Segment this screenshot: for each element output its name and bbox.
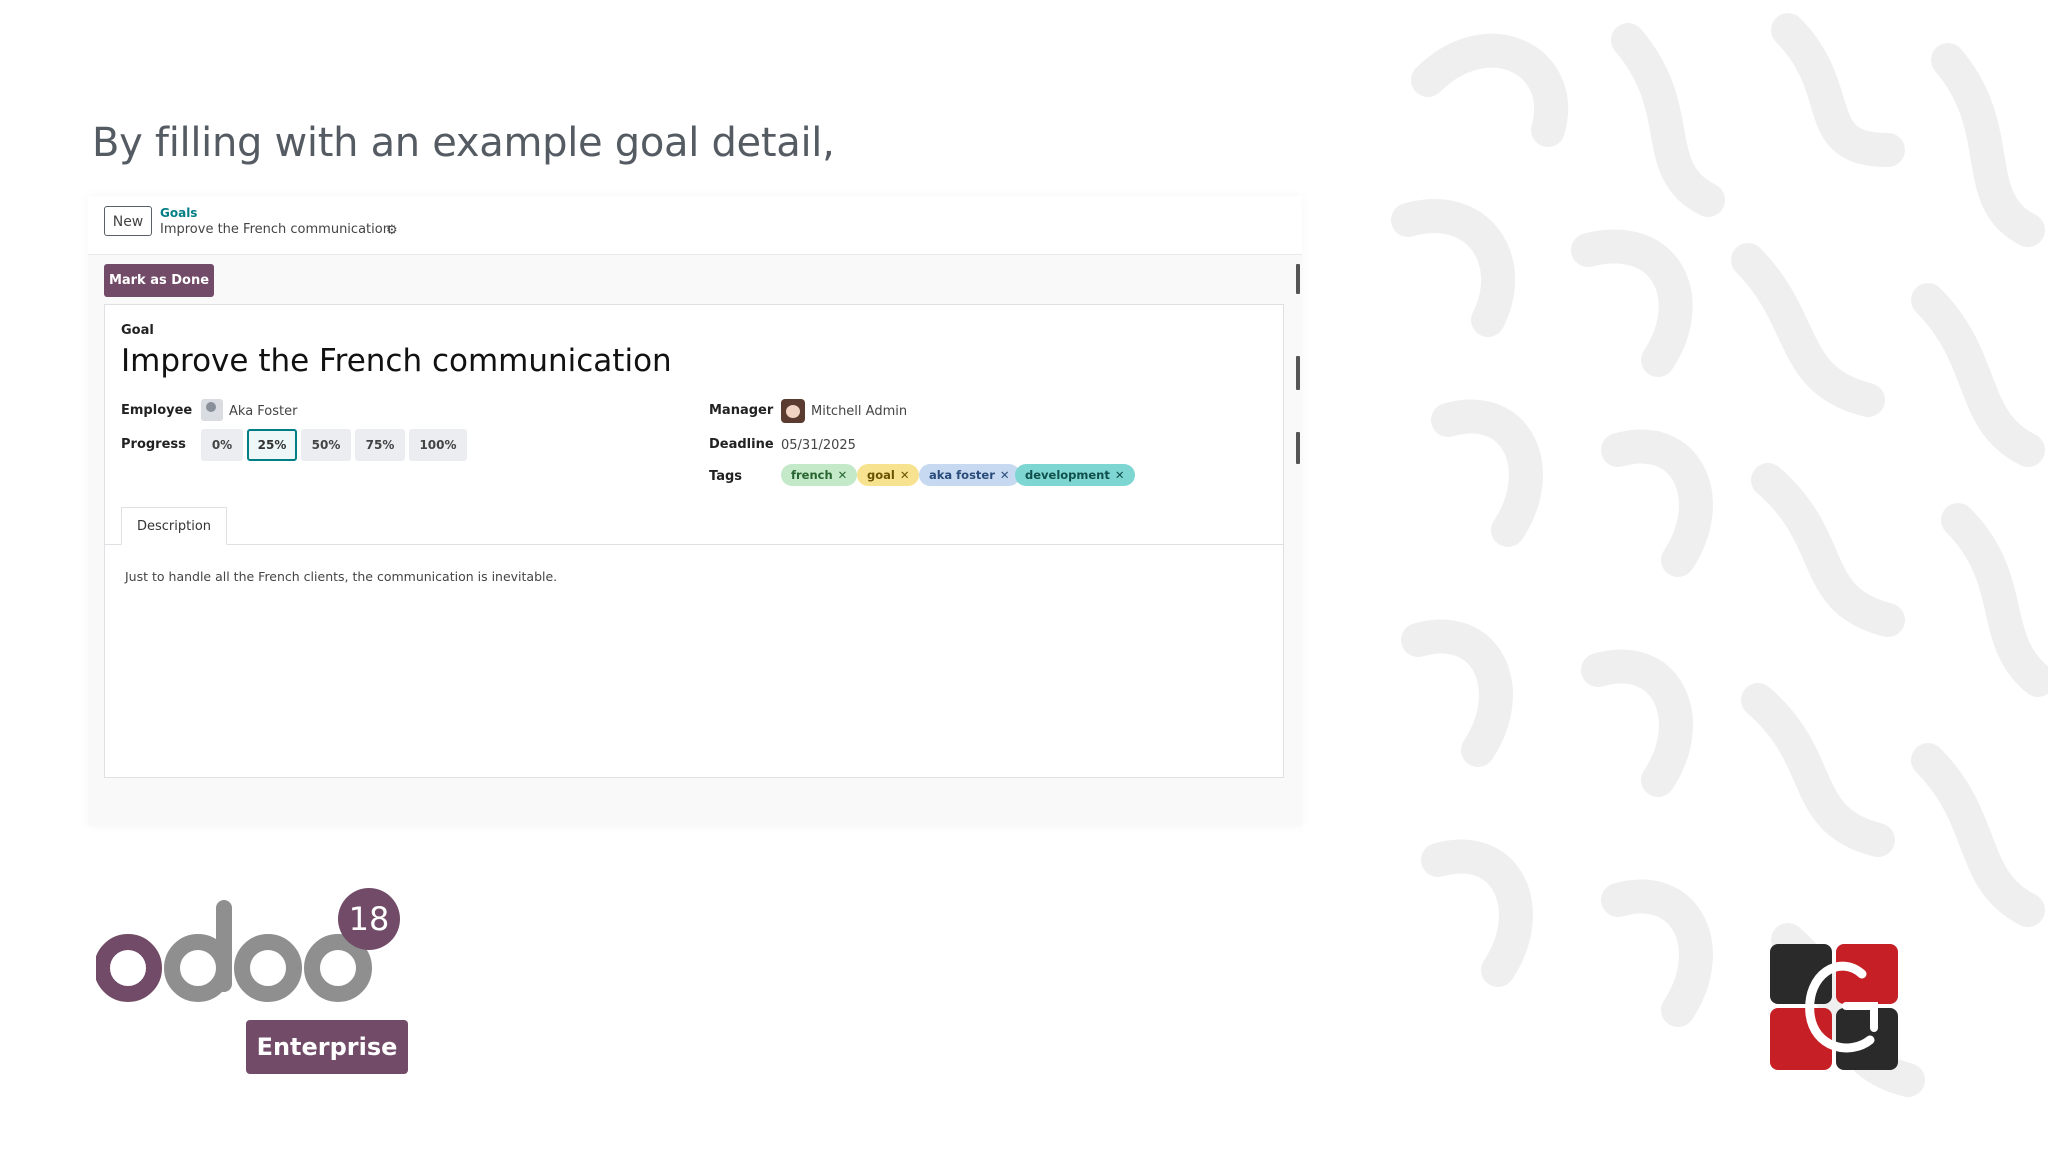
tags-label: Tags	[709, 469, 743, 484]
tag-goal[interactable]: goal ✕	[857, 464, 920, 486]
mark-as-done-button[interactable]: Mark as Done	[104, 264, 214, 297]
progress-option-0[interactable]: 0%	[201, 429, 243, 461]
employee-avatar	[201, 399, 223, 421]
form-sheet: Goal Improve the French communication Em…	[104, 304, 1284, 778]
deadline-field[interactable]: 05/31/2025	[781, 438, 856, 453]
company-logo	[1770, 944, 1898, 1070]
breadcrumb-current: Improve the French communication	[160, 222, 391, 237]
progress-option-75[interactable]: 75%	[355, 429, 405, 461]
breadcrumb-goals[interactable]: Goals	[160, 206, 197, 220]
progress-label: Progress	[121, 437, 186, 452]
goal-label: Goal	[121, 323, 154, 338]
control-panel: New Goals Improve the French communicati…	[88, 196, 1302, 255]
manager-label: Manager	[709, 403, 774, 418]
tag-label: aka foster	[929, 468, 995, 482]
remove-tag-icon[interactable]: ✕	[838, 468, 848, 482]
deadline-label: Deadline	[709, 437, 774, 452]
enterprise-badge: Enterprise	[246, 1020, 408, 1074]
tag-development[interactable]: development ✕	[1015, 464, 1135, 486]
tab-description[interactable]: Description	[121, 507, 227, 545]
notebook-divider	[105, 544, 1283, 545]
tag-french[interactable]: french ✕	[781, 464, 858, 486]
decorative-pattern	[1368, 0, 2048, 1152]
tag-aka-foster[interactable]: aka foster ✕	[919, 464, 1020, 486]
remove-tag-icon[interactable]: ✕	[1000, 468, 1010, 482]
tag-label: development	[1025, 468, 1110, 482]
progress-option-25[interactable]: 25%	[247, 429, 297, 461]
employee-field[interactable]: Aka Foster	[229, 404, 297, 419]
remove-tag-icon[interactable]: ✕	[900, 468, 910, 482]
goal-title-field[interactable]: Improve the French communication	[121, 343, 672, 379]
progress-option-100[interactable]: 100%	[409, 429, 467, 461]
employee-label: Employee	[121, 403, 193, 418]
slide-title: By filling with an example goal detail,	[92, 120, 835, 166]
description-field[interactable]: Just to handle all the French clients, t…	[125, 569, 557, 584]
version-badge: 18	[338, 888, 400, 950]
tag-label: french	[791, 468, 833, 482]
tag-label: goal	[867, 468, 895, 482]
manager-field[interactable]: Mitchell Admin	[811, 404, 907, 419]
pattern-icon	[1391, 13, 2048, 1097]
progress-option-50[interactable]: 50%	[301, 429, 351, 461]
manager-avatar	[781, 399, 805, 423]
new-button[interactable]: New	[104, 206, 152, 236]
remove-tag-icon[interactable]: ✕	[1115, 468, 1125, 482]
gear-icon[interactable]: ⚙	[386, 223, 398, 238]
goal-form-screenshot: New Goals Improve the French communicati…	[88, 196, 1302, 826]
